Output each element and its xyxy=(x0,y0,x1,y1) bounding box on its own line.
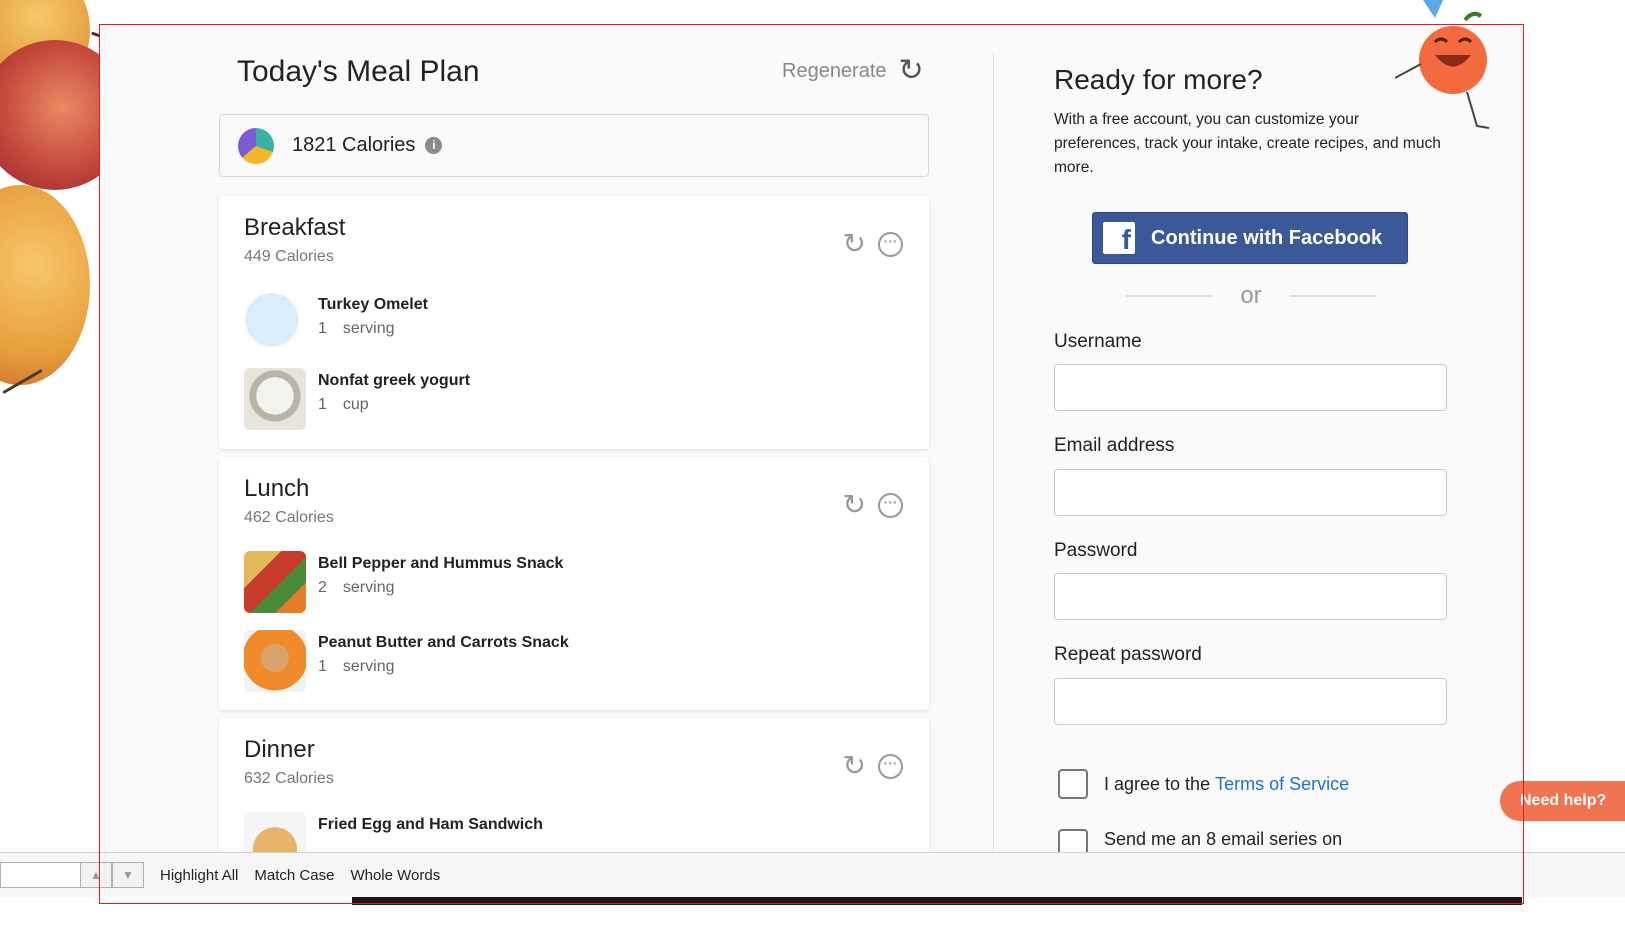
meal-calories: 449 Calories xyxy=(244,248,334,265)
or-label: or xyxy=(1240,282,1262,309)
food-item[interactable]: Nonfat greek yogurt 1 cup xyxy=(244,368,470,430)
food-unit: serving xyxy=(342,658,395,675)
password-field[interactable] xyxy=(1054,573,1447,620)
facebook-button-label: Continue with Facebook xyxy=(1151,226,1383,249)
email-series-label: Send me an 8 email series on xyxy=(1104,829,1343,849)
carrots-thumbnail xyxy=(244,630,306,692)
facebook-icon: f xyxy=(1103,222,1135,254)
food-qty: 1 xyxy=(318,320,327,337)
match-case-option[interactable]: Match Case xyxy=(254,867,334,884)
food-name: Turkey Omelet xyxy=(318,296,428,313)
regenerate-label: Regenerate xyxy=(782,59,887,82)
regenerate-meal-icon[interactable]: ↻ xyxy=(843,491,866,519)
terms-row: I agree to the Terms of Service xyxy=(1058,769,1349,799)
bottom-strip xyxy=(352,897,1522,905)
refresh-icon: ↻ xyxy=(898,54,924,87)
need-help-button[interactable]: Need help? xyxy=(1500,781,1625,821)
terms-checkbox[interactable] xyxy=(1058,769,1088,799)
repeat-password-label: Repeat password xyxy=(1054,644,1202,665)
email-series-row: Send me an 8 email series on xyxy=(1058,829,1342,852)
meal-name: Dinner xyxy=(244,736,315,763)
food-item[interactable]: Turkey Omelet 1 serving xyxy=(244,292,428,354)
more-options-icon[interactable]: ··· xyxy=(878,753,903,779)
food-item[interactable]: Peanut Butter and Carrots Snack 1 serving xyxy=(244,630,569,692)
find-bar: ▲ ▼ Highlight All Match Case Whole Words xyxy=(0,852,1625,897)
regenerate-button[interactable]: Regenerate ↻ xyxy=(782,56,924,86)
whole-words-option[interactable]: Whole Words xyxy=(350,867,440,884)
password-label: Password xyxy=(1054,540,1138,561)
food-qty: 1 xyxy=(318,658,327,675)
signup-description: With a free account, you can customize y… xyxy=(1054,111,1441,176)
email-label: Email address xyxy=(1054,435,1175,456)
food-name: Nonfat greek yogurt xyxy=(318,372,471,389)
sandwich-thumbnail xyxy=(244,812,306,852)
meal-calories: 632 Calories xyxy=(244,770,334,787)
meal-name: Breakfast xyxy=(244,214,346,241)
meal-card-lunch: Lunch 462 Calories ↻ ··· Bell Pepper and… xyxy=(219,457,929,710)
yogurt-thumbnail xyxy=(244,368,306,430)
find-previous-button[interactable]: ▲ xyxy=(80,862,112,888)
find-next-button[interactable]: ▼ xyxy=(112,862,144,888)
food-item[interactable]: Bell Pepper and Hummus Snack 2 serving xyxy=(244,551,563,613)
find-input[interactable] xyxy=(0,862,80,888)
email-field[interactable] xyxy=(1054,469,1447,516)
food-qty: 1 xyxy=(318,396,327,413)
regenerate-meal-icon[interactable]: ↻ xyxy=(843,752,866,780)
regenerate-meal-icon[interactable]: ↻ xyxy=(843,230,866,258)
continue-with-facebook-button[interactable]: f Continue with Facebook xyxy=(1092,212,1408,264)
agree-label: I agree to the xyxy=(1104,773,1211,794)
food-name: Fried Egg and Ham Sandwich xyxy=(318,816,543,833)
or-separator: or xyxy=(1126,282,1376,310)
info-icon[interactable]: i xyxy=(425,137,443,154)
more-options-icon[interactable]: ··· xyxy=(878,492,903,518)
food-unit: serving xyxy=(342,579,395,596)
mascot-illustration xyxy=(1395,0,1490,129)
meal-calories: 462 Calories xyxy=(244,509,334,526)
food-item[interactable]: Fried Egg and Ham Sandwich xyxy=(244,812,543,852)
signup-title: Ready for more? xyxy=(1054,64,1263,95)
food-name: Bell Pepper and Hummus Snack xyxy=(318,555,564,572)
meal-card-dinner: Dinner 632 Calories ↻ ··· Fried Egg and … xyxy=(219,718,929,852)
pepper-hummus-thumbnail xyxy=(244,551,306,613)
mango-image xyxy=(0,185,90,385)
repeat-password-field[interactable] xyxy=(1054,678,1447,725)
page-title: Today's Meal Plan xyxy=(237,55,480,88)
email-series-checkbox[interactable] xyxy=(1058,829,1088,852)
calories-summary: 1821 Calories i xyxy=(219,114,929,177)
food-name: Peanut Butter and Carrots Snack xyxy=(318,634,569,651)
food-unit: cup xyxy=(342,396,369,413)
username-field[interactable] xyxy=(1054,364,1447,411)
highlight-all-option[interactable]: Highlight All xyxy=(160,867,238,884)
username-label: Username xyxy=(1054,331,1142,352)
meal-name: Lunch xyxy=(244,475,310,502)
food-unit: serving xyxy=(342,320,395,337)
more-options-icon[interactable]: ··· xyxy=(878,231,903,257)
macro-pie-chart-icon xyxy=(238,127,274,164)
total-calories: 1821 Calories xyxy=(292,134,416,156)
terms-of-service-link[interactable]: Terms of Service xyxy=(1215,774,1349,795)
egg-thumbnail xyxy=(244,292,306,354)
column-divider xyxy=(993,52,994,852)
meal-card-breakfast: Breakfast 449 Calories ↻ ··· Turkey Omel… xyxy=(219,196,929,449)
food-qty: 2 xyxy=(318,579,327,596)
